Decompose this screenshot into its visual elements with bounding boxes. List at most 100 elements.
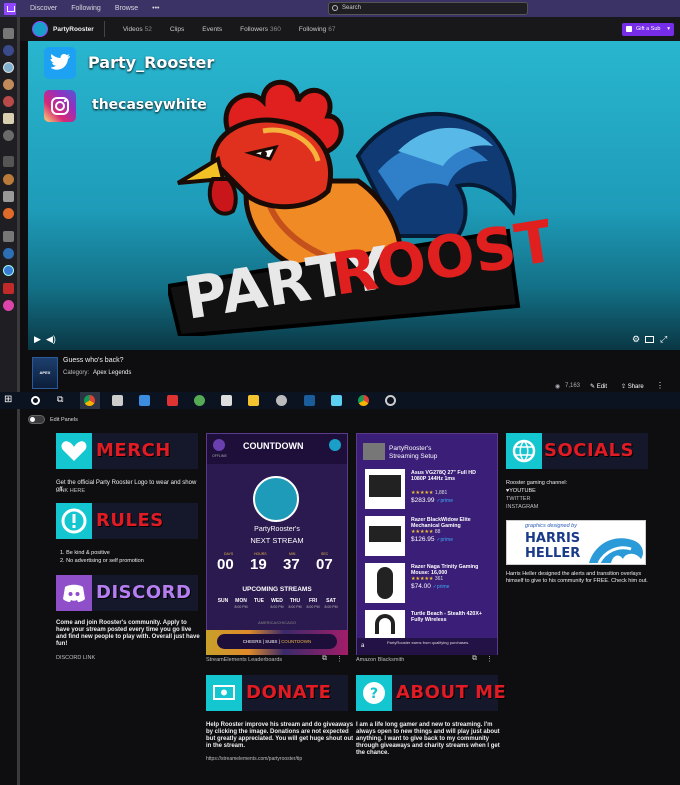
more-options-icon[interactable]: ⋮	[486, 655, 493, 663]
sidebar-avatar[interactable]	[3, 265, 14, 276]
item-price: $126.95 ✓prime	[411, 536, 454, 543]
tab-following[interactable]: Following 67	[299, 26, 336, 33]
volume-icon[interactable]: ◀)	[46, 334, 56, 345]
share-button[interactable]: ⇪ Share	[621, 383, 644, 390]
divider	[103, 21, 105, 37]
stream-title: Guess who's back?	[63, 357, 124, 364]
merch-link[interactable]: LINK HERE	[56, 488, 85, 494]
amazon-item[interactable]: Razer BlackWidow Elite Mechanical Gaming…	[363, 514, 489, 558]
app-icon[interactable]	[304, 395, 315, 406]
nav-following[interactable]: Following	[71, 5, 101, 12]
mouse-image	[365, 563, 405, 603]
chrome-icon[interactable]	[84, 395, 95, 406]
sidebar-avatar[interactable]	[3, 96, 14, 107]
svg-text:?: ?	[370, 686, 378, 702]
sidebar-avatar[interactable]	[3, 45, 14, 56]
sidebar-avatar[interactable]	[3, 208, 14, 219]
mail-icon[interactable]	[139, 395, 150, 406]
discord-link[interactable]: DISCORD LINK	[56, 655, 95, 661]
app-icon[interactable]	[331, 395, 342, 406]
rules-title: RULES	[96, 510, 164, 531]
cloud-icon[interactable]	[276, 395, 287, 406]
twitter-icon	[44, 47, 76, 79]
pencil-icon: ✎	[590, 384, 596, 390]
nav-more[interactable]: •••	[152, 5, 159, 12]
popout-icon[interactable]: ⧉	[322, 655, 327, 663]
popout-icon[interactable]: ⧉	[472, 655, 477, 663]
xbox-icon[interactable]	[194, 395, 205, 406]
item-name: Razer BlackWidow Elite Mechanical Gaming	[411, 517, 471, 529]
category-link[interactable]: Apex Legends	[93, 370, 131, 376]
sidebar-avatar[interactable]	[3, 113, 14, 124]
theatre-mode-icon[interactable]	[645, 336, 654, 343]
socials-text: Rooster gaming channel:	[506, 480, 568, 486]
weekday-cell: FRI 8:00 PM	[304, 598, 322, 609]
app-icon[interactable]	[167, 395, 178, 406]
heart-icon[interactable]	[3, 28, 14, 39]
sidebar-avatar[interactable]	[3, 248, 14, 259]
tab-subs[interactable]: SUBS	[265, 639, 277, 644]
amazon-item[interactable]: Turtle Beach - Stealth 420X+ Fully Wirel…	[363, 608, 489, 638]
file-explorer-icon[interactable]	[248, 395, 259, 406]
item-price: $74.00 ✓prime	[411, 583, 450, 590]
fullscreen-icon[interactable]: ⤢	[660, 334, 667, 345]
weekday-time: 8:00 PM	[306, 605, 320, 609]
sidebar-avatar[interactable]	[3, 300, 14, 311]
sidebar-avatar[interactable]	[3, 130, 14, 141]
nav-browse[interactable]: Browse	[115, 5, 138, 12]
amazon-panel[interactable]: PartyRooster's Streaming Setup Asus VG27…	[356, 433, 498, 655]
sidebar-avatar[interactable]	[3, 191, 14, 202]
channel-name[interactable]: PartyRooster	[53, 26, 94, 33]
windows-start-icon[interactable]: ⊞	[4, 394, 15, 405]
edit-panels-toggle[interactable]	[28, 415, 45, 424]
obs-icon[interactable]	[385, 395, 396, 406]
rules-line-2: 2. No advertising or self promotion	[60, 558, 144, 564]
tab-countdown[interactable]: COUNTDOWN	[281, 639, 311, 644]
amazon-header-line-1: PartyRooster's	[389, 445, 432, 452]
chrome-icon[interactable]	[358, 395, 369, 406]
item-rating: ★★★★★ 1,881	[411, 490, 448, 496]
countdown-panel[interactable]: COUNTDOWN OFFLINE PartyRooster's NEXT ST…	[206, 433, 348, 655]
notepad-icon[interactable]	[221, 395, 232, 406]
sidebar-avatar[interactable]	[3, 283, 14, 294]
more-options-icon[interactable]: ⋮	[336, 655, 343, 663]
channel-avatar[interactable]	[32, 21, 48, 37]
tab-cheers[interactable]: CHEERS	[243, 639, 262, 644]
countdown-channel: PartyRooster's	[254, 526, 300, 533]
nav-discover[interactable]: Discover	[30, 5, 57, 12]
sidebar-avatar[interactable]	[3, 174, 14, 185]
amazon-smile-icon: a	[361, 643, 365, 649]
game-box-art[interactable]: APEX	[32, 357, 58, 389]
tab-events[interactable]: Events	[202, 26, 222, 33]
search-input[interactable]: Search	[328, 2, 528, 15]
designer-banner[interactable]: graphics designed by HARRIS HELLER	[506, 520, 646, 565]
gift-sub-button[interactable]: Gift a Sub ▾	[622, 23, 674, 36]
donate-link[interactable]: https://streamelements.com/partyrooster/…	[206, 756, 302, 762]
people-icon[interactable]	[3, 231, 14, 242]
task-view-icon[interactable]: ⧉	[57, 394, 68, 405]
camera-icon[interactable]	[3, 156, 14, 167]
instagram-icon	[44, 90, 76, 122]
eye-icon: ◉	[555, 384, 561, 390]
calculator-icon[interactable]	[112, 395, 123, 406]
play-icon[interactable]: ▶	[34, 334, 41, 345]
youtube-link[interactable]: ♥YOUTUBE	[506, 488, 536, 494]
twitch-logo-icon[interactable]	[4, 2, 16, 15]
tab-followers[interactable]: Followers 360	[240, 26, 281, 33]
tab-videos[interactable]: Videos 52	[123, 26, 152, 33]
edit-button[interactable]: ✎ Edit	[590, 383, 607, 390]
gift-icon	[626, 26, 632, 32]
search-icon[interactable]	[31, 396, 40, 405]
twitter-link[interactable]: TWITTER	[506, 496, 530, 502]
more-options-icon[interactable]: ⋮	[656, 381, 664, 390]
wave-graphic	[589, 538, 643, 564]
sidebar-avatar[interactable]	[3, 62, 14, 73]
discord-text: Come and join Rooster's community. Apply…	[56, 620, 200, 647]
video-player[interactable]: Party_Rooster thecaseywhite PARTY ROOSTE…	[28, 41, 680, 350]
amazon-item[interactable]: Asus VG278Q 27" Full HD 1080P 144Hz 1ms …	[363, 467, 489, 511]
instagram-link[interactable]: INSTAGRAM	[506, 504, 538, 510]
tab-clips[interactable]: Clips	[170, 26, 184, 33]
gear-icon[interactable]: ⚙	[632, 334, 640, 345]
amazon-item[interactable]: Razer Naga Trinity Gaming Mouse: 16,000 …	[363, 561, 489, 605]
sidebar-avatar[interactable]	[3, 79, 14, 90]
